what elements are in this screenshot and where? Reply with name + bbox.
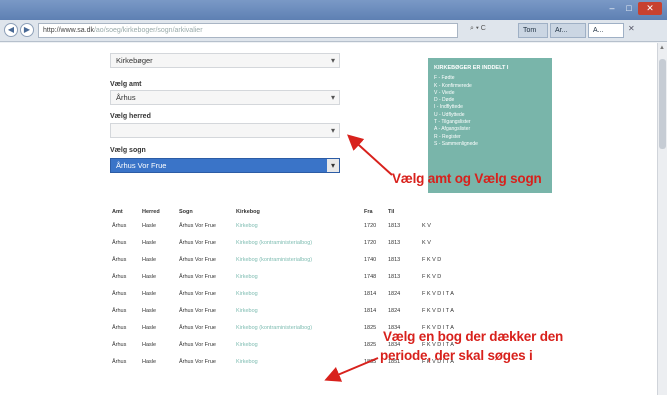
vertical-scrollbar[interactable]: ▲ <box>657 43 667 395</box>
annotation-select-amt-sogn: Vælg amt og Vælg sogn <box>392 171 542 186</box>
back-arrow-icon[interactable]: ◀ <box>4 23 18 37</box>
tab-2[interactable]: Ar... <box>550 23 586 38</box>
minimize-button[interactable]: – <box>604 2 620 15</box>
browser-toolbar: ◀ ▶ http://www.sa.dk/ao/soeg/kirkeboger/… <box>0 20 667 42</box>
scrollbar-thumb[interactable] <box>659 59 666 149</box>
address-url: http://www.sa.dk <box>43 27 94 34</box>
close-window-button[interactable]: ✕ <box>638 2 662 15</box>
address-bar[interactable]: http://www.sa.dk/ao/soeg/kirkeboger/sogn… <box>38 23 458 38</box>
page-content: Kirkebøger ▾ Vælg amt Århus ▾ Vælg herre… <box>0 43 657 395</box>
close-tab-icon[interactable]: ✕ <box>628 24 635 33</box>
annotation-select-book-line1: Vælg en bog der dækker den <box>383 329 564 344</box>
annotation-select-book-line2: periode, der skal søges i <box>380 348 533 363</box>
scroll-up-icon[interactable]: ▲ <box>659 45 665 51</box>
address-actions-icon[interactable]: ⌕ ▾ C <box>470 25 486 33</box>
forward-arrow-icon[interactable]: ▶ <box>20 23 34 37</box>
maximize-button[interactable]: □ <box>621 2 637 15</box>
arrow-to-sogn <box>347 134 393 176</box>
tab-3-active[interactable]: A... <box>588 23 624 38</box>
address-url-path: /ao/soeg/kirkeboger/sogn/arkivalier <box>93 27 203 34</box>
title-bar: – □ ✕ <box>0 0 667 20</box>
browser-window: – □ ✕ ◀ ▶ http://www.sa.dk/ao/soeg/kirke… <box>0 0 667 395</box>
arrow-to-kirkebog <box>324 357 379 382</box>
tab-1[interactable]: Tom <box>518 23 548 38</box>
